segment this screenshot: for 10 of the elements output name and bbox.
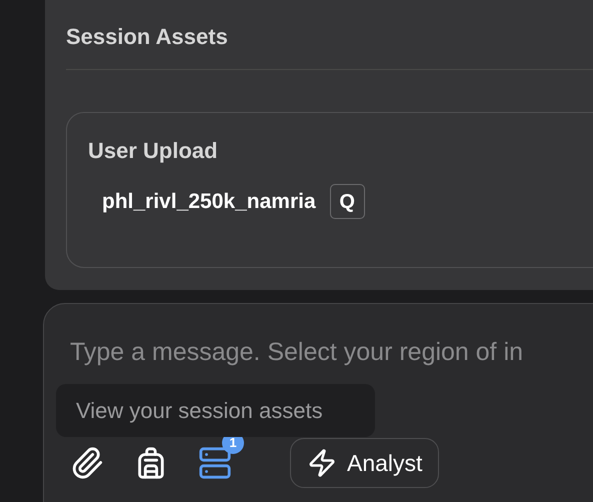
group-title: User Upload — [88, 137, 218, 165]
asset-tag: Q — [330, 184, 365, 219]
panel-title: Session Assets — [66, 23, 228, 51]
asset-name: phl_rivl_250k_namria — [102, 188, 316, 215]
message-field[interactable]: Type a message. Select your region of in — [70, 334, 593, 372]
tooltip: View your session assets — [56, 384, 375, 437]
analyst-button[interactable]: Analyst — [290, 438, 440, 488]
server-icon — [198, 446, 232, 480]
paperclip-icon — [70, 446, 104, 480]
lightning-icon — [307, 448, 337, 478]
